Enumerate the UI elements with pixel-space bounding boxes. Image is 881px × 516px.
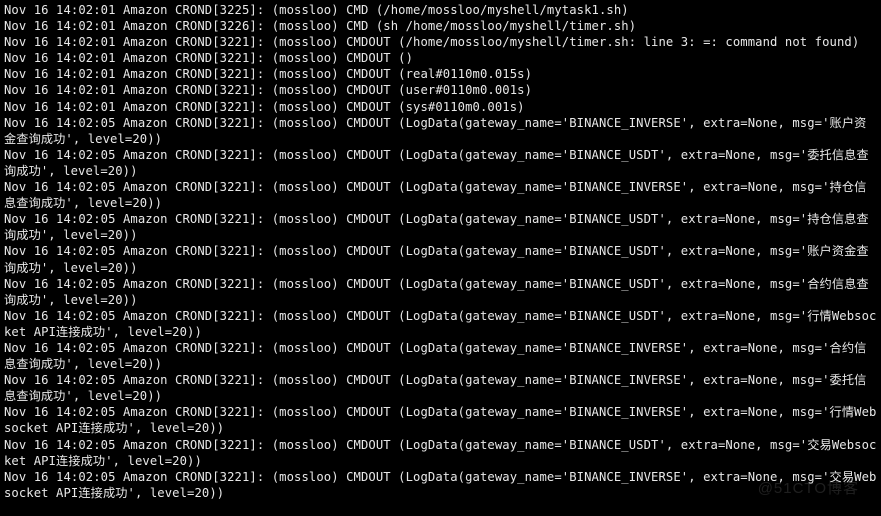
terminal-output[interactable]: Nov 16 14:02:01 Amazon CROND[3225]: (mos… xyxy=(0,0,881,503)
